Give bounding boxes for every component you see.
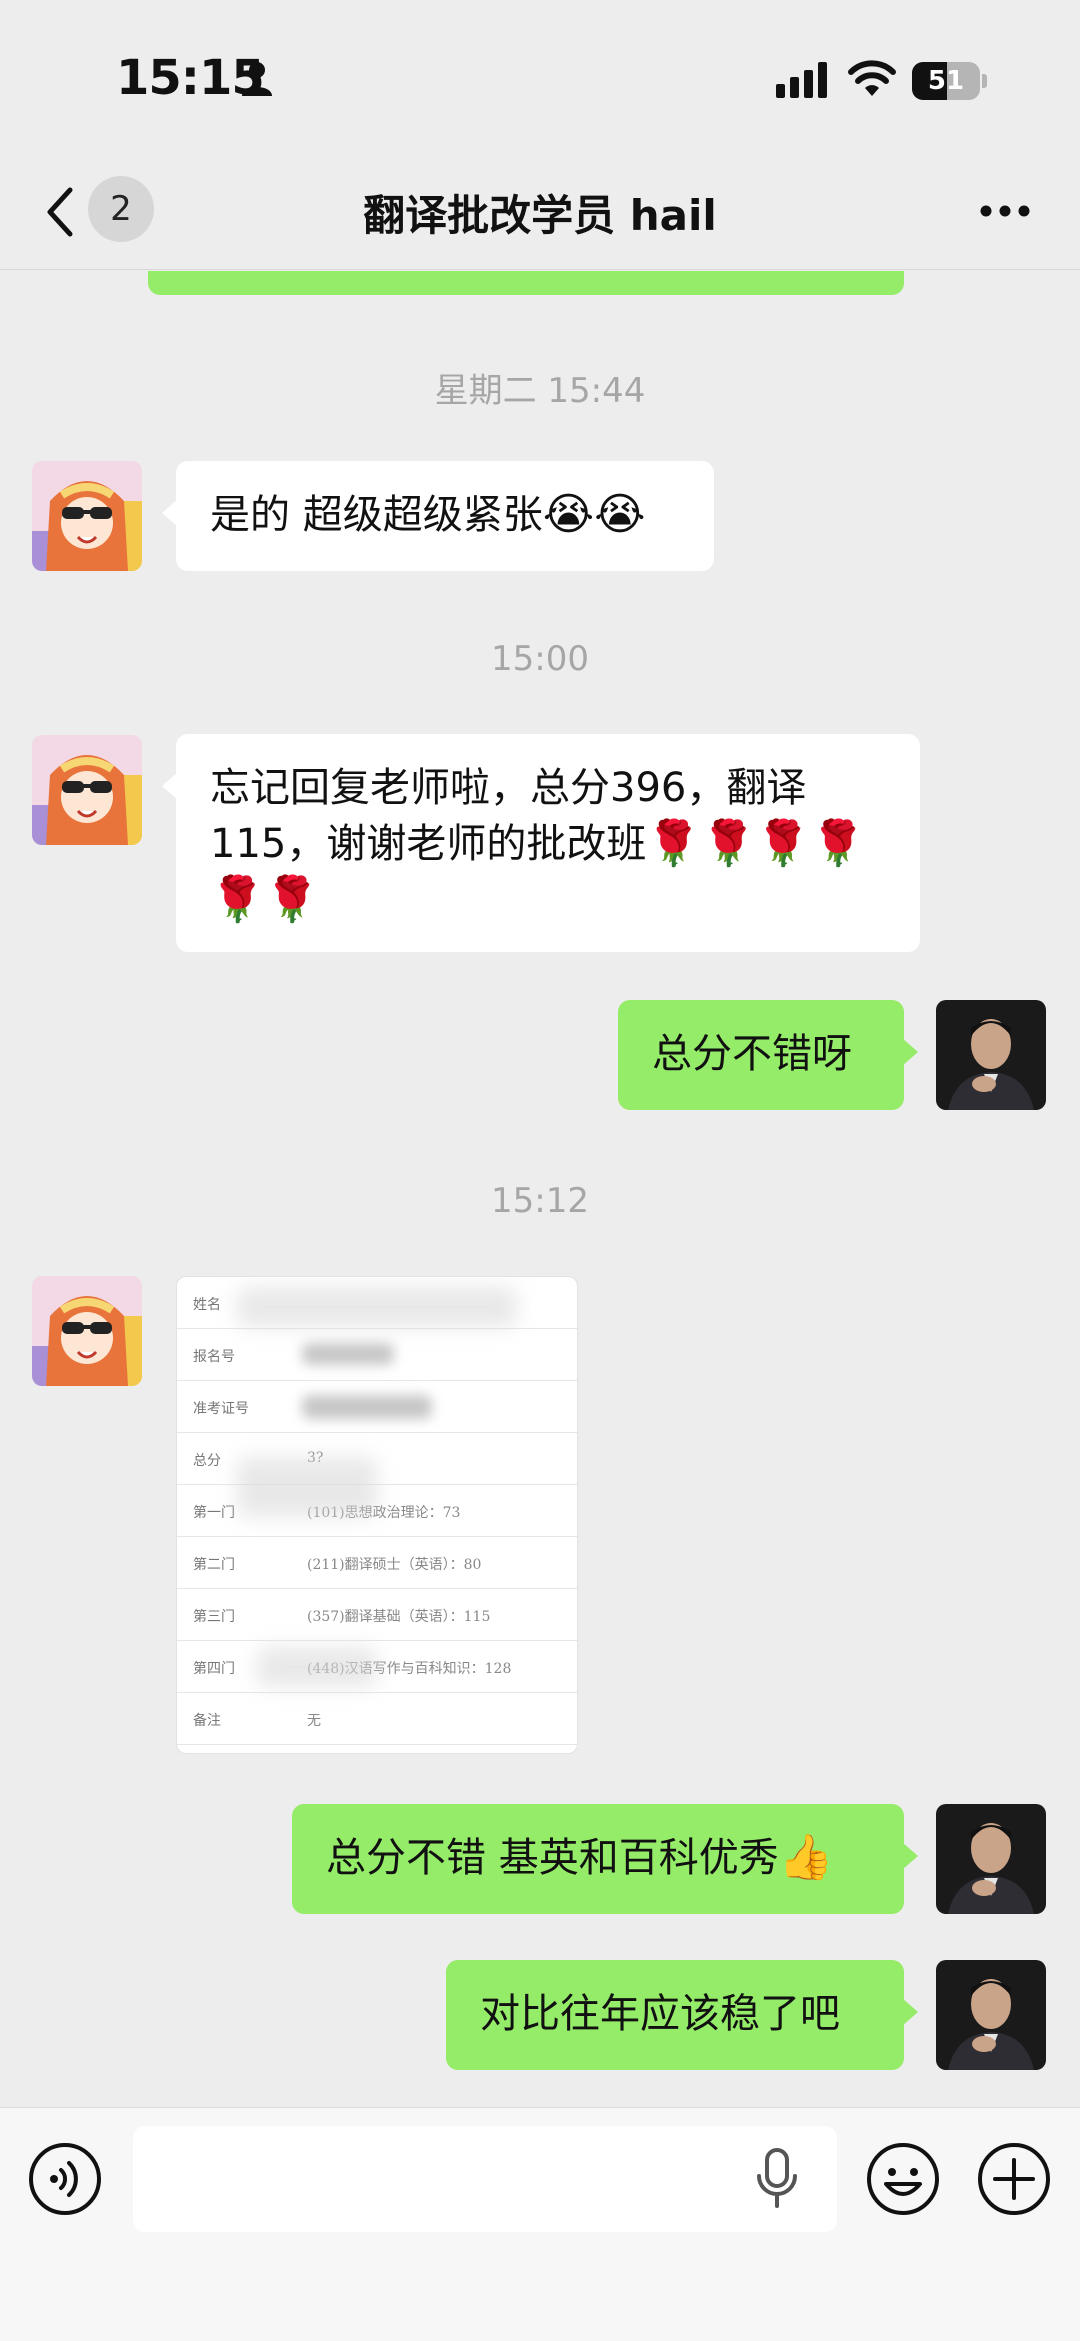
image-message-score-card[interactable]: 姓名 报名号 准考证号 总分3? 第一门(101)思想政治理论：73 第二门(2…: [176, 1276, 578, 1754]
blurred-region: [302, 1395, 432, 1419]
rose-emojis: 🌹🌹🌹🌹: [646, 818, 866, 869]
battery-level: 51: [927, 66, 965, 96]
wifi-icon: [848, 60, 896, 96]
my-avatar[interactable]: [936, 1960, 1046, 2070]
more-dots-icon[interactable]: [980, 204, 1030, 218]
chat-title: 翻译批改学员 hail: [363, 191, 717, 240]
previous-message-bubble[interactable]: [148, 271, 904, 295]
contact-avatar[interactable]: [32, 461, 142, 571]
blurred-region: [302, 1343, 394, 1365]
message-text: 总分不错 基英和百科优秀: [326, 1835, 779, 1881]
message-text: 总分不错呀: [652, 1031, 852, 1077]
thumbs-up-emoji: 👍: [778, 1832, 834, 1883]
sent-message[interactable]: 对比往年应该稳了吧: [446, 1960, 918, 2070]
sent-message[interactable]: 总分不错 基英和百科优秀👍: [292, 1804, 918, 1914]
my-avatar[interactable]: [936, 1804, 1046, 1914]
chevron-left-icon[interactable]: [42, 182, 78, 242]
emoji: 😭😭: [542, 489, 646, 540]
blurred-region: [257, 1647, 377, 1687]
microphone-icon[interactable]: [754, 2148, 800, 2210]
score-row: 第三门 (357)翻译基础（英语）：115: [177, 1589, 577, 1641]
my-avatar[interactable]: [936, 1000, 1046, 1110]
voice-mode-icon[interactable]: [28, 2142, 102, 2216]
message-text: 是的 超级超级紧张: [210, 492, 543, 538]
chat-header: 2 翻译批改学员 hail: [0, 160, 1080, 270]
unread-count-badge[interactable]: 2: [88, 176, 154, 242]
blurred-region: [237, 1457, 377, 1517]
person-icon: [242, 62, 272, 96]
score-row: 备注无: [177, 1693, 577, 1745]
score-row: 第四门 (448)汉语写作与百科知识：128: [177, 1641, 577, 1693]
plus-circle-icon[interactable]: [977, 2142, 1051, 2216]
contact-avatar[interactable]: [32, 1276, 142, 1386]
signal-icon: [776, 62, 827, 98]
message-text-line: 115，谢谢老师的批改班: [210, 821, 647, 867]
received-message[interactable]: 忘记回复老师啦，总分396，翻译 115，谢谢老师的批改班🌹🌹🌹🌹 🌹🌹: [162, 734, 920, 952]
contact-avatar[interactable]: [32, 735, 142, 845]
blurred-region: [237, 1287, 517, 1327]
input-bar: [0, 2107, 1080, 2341]
message-text: 对比往年应该稳了吧: [480, 1991, 840, 2037]
battery-icon: 51: [912, 62, 988, 100]
emoji-face-icon[interactable]: [866, 2142, 940, 2216]
score-row: 第二门 (211)翻译硕士（英语）：80: [177, 1537, 577, 1589]
message-list[interactable]: 星期二 15:44 是的 超级超级紧张😭😭 15:00 忘记回复老师啦，总分39…: [0, 271, 1080, 2107]
timestamp: 星期二 15:44: [434, 371, 646, 411]
sent-message[interactable]: 总分不错呀: [618, 1000, 918, 1110]
rose-emojis: 🌹🌹: [210, 874, 320, 925]
status-bar: 15:15 51: [0, 0, 1080, 160]
received-message[interactable]: 是的 超级超级紧张😭😭: [162, 461, 714, 571]
timestamp: 15:12: [491, 1181, 589, 1221]
timestamp: 15:00: [491, 639, 589, 679]
message-text-line: 忘记回复老师啦，总分396，翻译: [210, 765, 807, 811]
message-input[interactable]: [133, 2126, 837, 2232]
